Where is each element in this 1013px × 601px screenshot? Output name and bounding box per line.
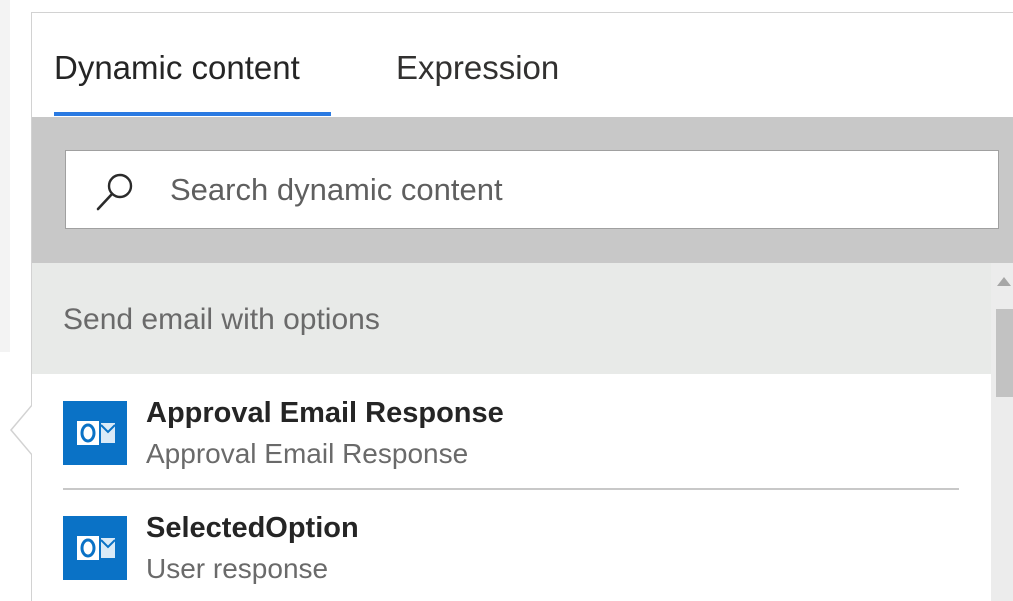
section-title: Send email with options [63,303,380,336]
dynamic-content-panel: Dynamic content Expression Send email wi… [31,12,1013,601]
tab-bar: Dynamic content Expression [32,13,1013,117]
search-box[interactable] [65,150,999,229]
search-input[interactable] [170,151,970,228]
scroll-up-arrow-icon[interactable] [997,277,1011,286]
outlook-icon [63,516,127,580]
dynamic-content-list: Send email with options Approval Email R… [32,263,991,601]
outlook-icon [63,401,127,465]
item-subtitle: Approval Email Response [146,438,469,469]
tab-dynamic-content[interactable]: Dynamic content [54,49,300,87]
item-title: Approval Email Response [146,397,504,429]
tab-expression[interactable]: Expression [396,49,559,87]
section-header: Send email with options [32,263,991,374]
callout-pointer-fill [12,405,33,455]
list-item-selected-option[interactable]: SelectedOption User response [32,489,991,601]
designer-background-strip [0,0,10,352]
search-icon [94,171,136,213]
item-title: SelectedOption [146,512,359,544]
dynamic-content-page: Dynamic content Expression Send email wi… [0,0,1013,601]
list-scrollbar[interactable] [991,263,1013,601]
list-item-approval-email-response[interactable]: Approval Email Response Approval Email R… [32,374,991,488]
active-tab-indicator [54,112,331,116]
item-subtitle: User response [146,553,329,584]
search-area [32,117,1013,263]
scrollbar-thumb[interactable] [996,309,1013,397]
